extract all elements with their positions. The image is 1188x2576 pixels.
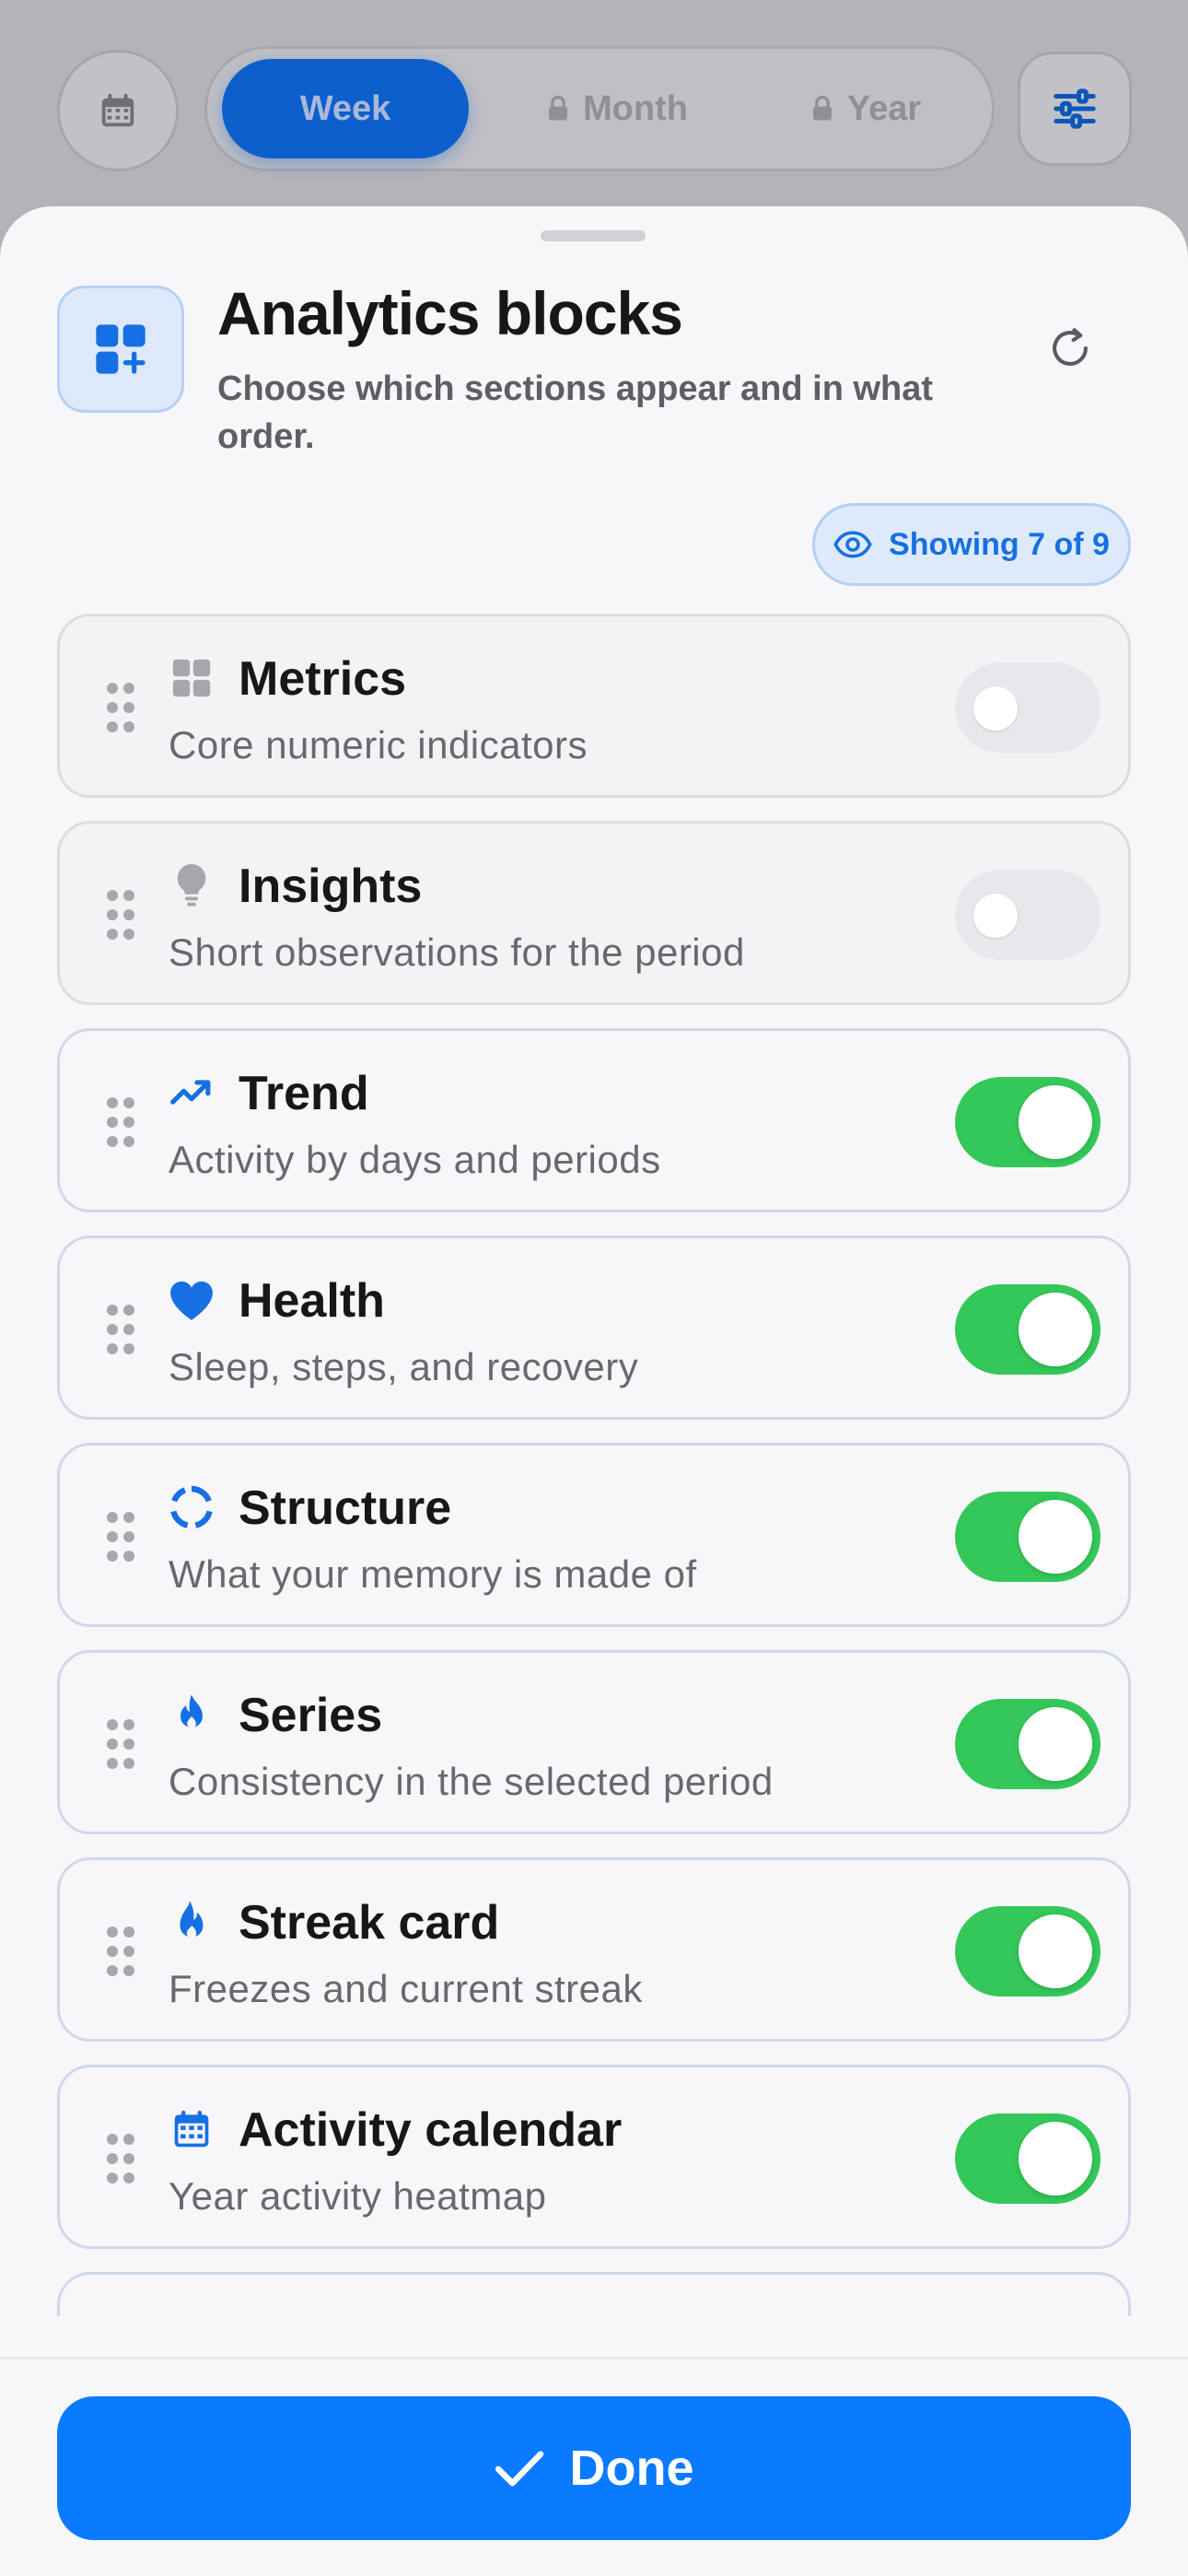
- block-row-insights[interactable]: Insights Short observations for the peri…: [57, 821, 1131, 1005]
- block-title: Insights: [239, 860, 423, 913]
- drag-handle-icon[interactable]: [104, 888, 137, 942]
- analytics-blocks-sheet: Analytics blocks Choose which sections a…: [0, 206, 1188, 2576]
- period-segmented-control: Week Month Year: [204, 46, 995, 171]
- block-row-health[interactable]: Health Sleep, steps, and recovery: [57, 1235, 1131, 1420]
- visible-count-badge: Showing 7 of 9: [812, 503, 1131, 586]
- eye-icon: [833, 531, 872, 558]
- block-title: Structure: [239, 1481, 452, 1535]
- block-row-series[interactable]: Series Consistency in the selected perio…: [57, 1650, 1131, 1834]
- block-toggle-metrics[interactable]: [955, 662, 1101, 753]
- reset-icon: [1053, 328, 1088, 366]
- block-description: Core numeric indicators: [169, 723, 588, 767]
- block-row-streak-card[interactable]: Streak card Freezes and current streak: [57, 1857, 1131, 2042]
- block-row-activity-calendar[interactable]: Activity calendar Year activity heatmap: [57, 2065, 1131, 2249]
- blocks-list[interactable]: Metrics Core numeric indicators Insights…: [0, 614, 1188, 2316]
- donut-icon: [169, 1484, 215, 1530]
- block-title: Activity calendar: [239, 2103, 623, 2157]
- sheet-subtitle: Choose which sections appear and in what…: [217, 369, 934, 456]
- block-row-trend[interactable]: Trend Activity by days and periods: [57, 1028, 1131, 1212]
- block-description: Freezes and current streak: [169, 1967, 643, 2010]
- app-root: Week Month Year Analytics blocks Choose …: [0, 0, 1188, 2576]
- done-button[interactable]: Done: [57, 2396, 1131, 2540]
- block-title: Health: [239, 1274, 385, 1328]
- drag-handle-icon[interactable]: [104, 681, 137, 734]
- flame-outline-icon: [169, 1899, 215, 1945]
- calendar-icon: [169, 2106, 215, 2152]
- drag-handle-icon[interactable]: [104, 1303, 137, 1356]
- checkmark-icon: [495, 2451, 543, 2487]
- trend-line-icon: [169, 1070, 215, 1116]
- block-title: Trend: [239, 1067, 369, 1120]
- calendar-button[interactable]: [57, 50, 179, 171]
- sheet-title: Analytics blocks: [217, 279, 683, 347]
- block-toggle-insights[interactable]: [955, 870, 1101, 960]
- sheet-footer: Done: [0, 2357, 1188, 2576]
- lock-icon: [812, 95, 832, 121]
- tab-month[interactable]: Month: [511, 59, 723, 158]
- block-description: Activity by days and periods: [169, 1138, 661, 1181]
- block-toggle-activity-calendar[interactable]: [955, 2113, 1101, 2204]
- block-description: Year activity heatmap: [169, 2174, 547, 2218]
- sliders-icon: [1054, 88, 1096, 129]
- tab-week[interactable]: Week: [222, 59, 469, 158]
- block-description: Consistency in the selected period: [169, 1760, 774, 1803]
- block-toggle-trend[interactable]: [955, 1077, 1101, 1167]
- block-description: Sleep, steps, and recovery: [169, 1345, 639, 1388]
- reset-button[interactable]: [1039, 317, 1101, 380]
- block-toggle-streak-card[interactable]: [955, 1906, 1101, 1996]
- block-description: Short observations for the period: [169, 931, 745, 974]
- sheet-grabber[interactable]: [541, 230, 646, 241]
- drag-handle-icon[interactable]: [104, 1510, 137, 1563]
- drag-handle-icon[interactable]: [104, 2132, 137, 2185]
- done-button-label: Done: [569, 2441, 694, 2496]
- block-toggle-health[interactable]: [955, 1284, 1101, 1375]
- lock-icon: [549, 95, 568, 121]
- block-row-structure[interactable]: Structure What your memory is made of: [57, 1443, 1131, 1627]
- period-toolbar: Week Month Year: [0, 0, 1188, 212]
- heart-icon: [169, 1277, 215, 1323]
- tab-year-label: Year: [846, 88, 922, 128]
- drag-handle-icon[interactable]: [104, 1095, 137, 1149]
- tab-week-label: Week: [299, 88, 391, 128]
- block-row-partial[interactable]: [57, 2272, 1131, 2316]
- block-title: Metrics: [239, 652, 407, 706]
- block-toggle-structure[interactable]: [955, 1492, 1101, 1582]
- block-row-metrics[interactable]: Metrics Core numeric indicators: [57, 614, 1131, 798]
- block-description: What your memory is made of: [169, 1552, 697, 1596]
- grid-icon: [169, 655, 215, 701]
- block-toggle-series[interactable]: [955, 1699, 1101, 1789]
- calendar-icon: [101, 93, 134, 127]
- drag-handle-icon[interactable]: [104, 1717, 137, 1771]
- tab-year[interactable]: Year: [760, 59, 972, 158]
- add-widget-icon: [57, 286, 184, 413]
- lightbulb-icon: [169, 862, 215, 908]
- flame-icon: [169, 1692, 215, 1738]
- filters-button[interactable]: [1018, 52, 1132, 166]
- tab-month-label: Month: [583, 88, 688, 128]
- block-title: Streak card: [239, 1896, 500, 1950]
- drag-handle-icon[interactable]: [104, 1925, 137, 1978]
- block-title: Series: [239, 1689, 383, 1742]
- visible-count-label: Showing 7 of 9: [889, 526, 1110, 562]
